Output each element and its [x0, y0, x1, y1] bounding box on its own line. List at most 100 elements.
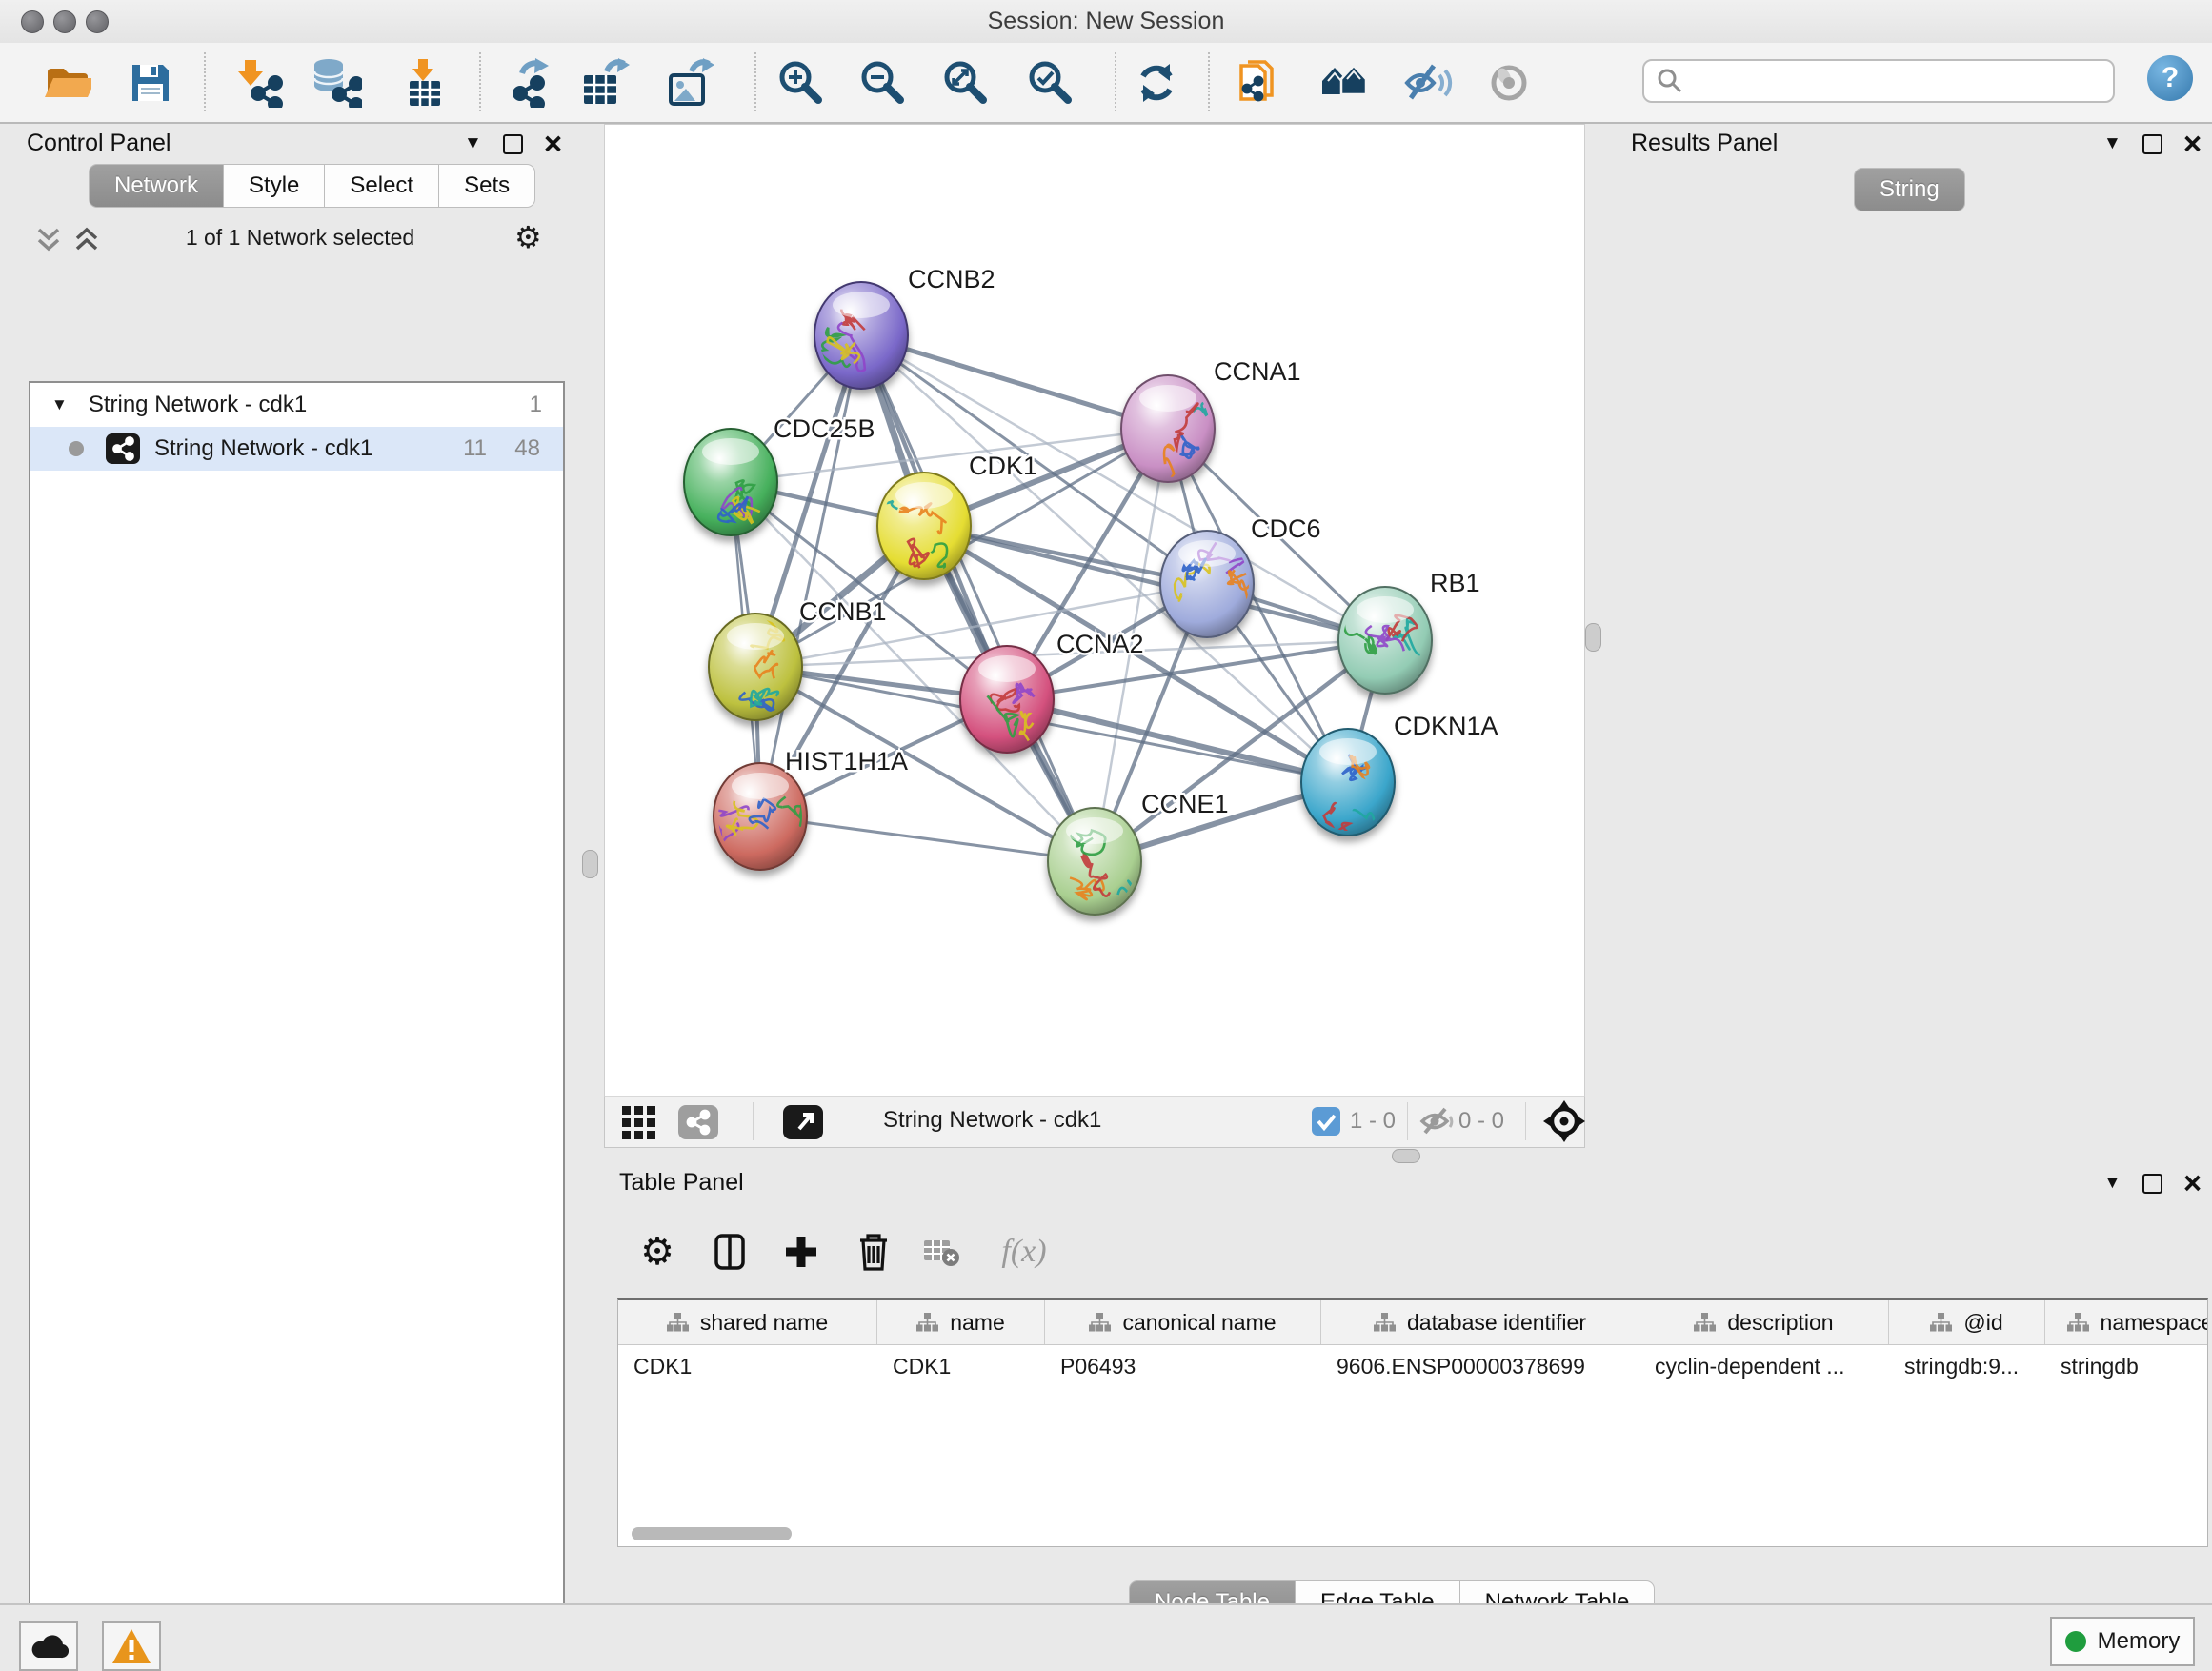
table-cell[interactable]: stringdb: [2045, 1345, 2208, 1387]
close-panel-icon[interactable]: ×: [2183, 134, 2202, 153]
panel-menu-icon[interactable]: ▼: [2103, 133, 2122, 154]
network-node-RB1[interactable]: [1338, 587, 1432, 694]
column-type-icon: [667, 1313, 689, 1332]
network-node-CCNB2[interactable]: [814, 282, 908, 389]
selected-counts: 1 - 0: [1350, 1108, 1396, 1135]
float-panel-icon[interactable]: [503, 134, 523, 154]
refresh-icon: [1132, 58, 1181, 108]
table-settings-button[interactable]: ⚙: [631, 1225, 684, 1278]
trash-icon: [855, 1231, 893, 1273]
column-header-description[interactable]: description: [1639, 1300, 1889, 1344]
export-table-button[interactable]: [578, 56, 632, 110]
close-panel-icon[interactable]: ×: [544, 134, 562, 153]
column-type-icon: [1374, 1313, 1396, 1332]
string-import-button[interactable]: [1234, 56, 1287, 110]
edge-HIST1H1A-CCNE1[interactable]: [760, 816, 1095, 861]
zoom-selected-button[interactable]: [1023, 56, 1076, 110]
node-label-CDC25B: CDC25B: [774, 414, 875, 443]
tab-string[interactable]: String: [1854, 168, 1965, 211]
node-label-CCNA2: CCNA2: [1056, 630, 1144, 658]
network-row-selected[interactable]: String Network - cdk1 11 48: [30, 427, 563, 471]
show-columns-button[interactable]: [704, 1225, 757, 1278]
column-header-name[interactable]: name: [877, 1300, 1045, 1344]
zoom-out-button[interactable]: [855, 56, 909, 110]
search-input[interactable]: [1692, 68, 2113, 95]
show-glass-button[interactable]: [1484, 56, 1538, 110]
selected-checkbox[interactable]: [1312, 1107, 1340, 1136]
node-label-CDKN1A: CDKN1A: [1394, 712, 1498, 740]
panel-menu-icon[interactable]: ▼: [2103, 1173, 2122, 1194]
add-column-button[interactable]: [774, 1225, 828, 1278]
help-button[interactable]: ?: [2147, 55, 2193, 101]
open-session-button[interactable]: [40, 56, 93, 110]
splitter-handle[interactable]: [1585, 623, 1601, 652]
export-network-button[interactable]: [497, 56, 551, 110]
table-row[interactable]: CDK1CDK1P064939606.ENSP00000378699cyclin…: [618, 1345, 2207, 1387]
close-panel-icon[interactable]: ×: [2183, 1174, 2202, 1193]
share-view-icon[interactable]: [677, 1104, 719, 1140]
network-node-CDC25B[interactable]: [684, 429, 777, 535]
string-document-icon: [1236, 58, 1285, 108]
memory-button[interactable]: Memory: [2050, 1617, 2195, 1666]
table-cell[interactable]: CDK1: [618, 1345, 877, 1387]
eye-slash-icon: [1403, 58, 1453, 108]
network-node-HIST1H1A[interactable]: [713, 763, 809, 870]
zoom-in-button[interactable]: [774, 56, 827, 110]
table-cell[interactable]: stringdb:9...: [1889, 1345, 2045, 1387]
grid-view-icon[interactable]: [620, 1104, 658, 1140]
network-node-CDC6[interactable]: [1160, 531, 1255, 637]
network-node-CCNB1[interactable]: [709, 605, 802, 720]
refresh-button[interactable]: [1130, 56, 1183, 110]
table-cell[interactable]: CDK1: [877, 1345, 1045, 1387]
warning-status-button[interactable]: [102, 1621, 161, 1671]
network-view-toolbar: String Network - cdk1 1 - 0 0 - 0: [604, 1096, 1585, 1148]
network-node-CCNA1[interactable]: [1121, 375, 1230, 493]
open-in-new-icon[interactable]: [782, 1104, 824, 1140]
gear-icon[interactable]: ⚙: [514, 219, 542, 255]
save-session-button[interactable]: [124, 56, 177, 110]
tab-style[interactable]: Style: [224, 164, 325, 208]
edge-CCNB2-CCNE1[interactable]: [861, 335, 1095, 861]
table-panel-title: Table Panel: [619, 1169, 744, 1197]
zoom-in-icon: [775, 58, 825, 108]
network-collection-row[interactable]: ▼ String Network - cdk1 1: [30, 383, 563, 427]
hide-glass-button[interactable]: [1401, 56, 1455, 110]
float-panel-icon[interactable]: [2142, 1174, 2162, 1194]
float-panel-icon[interactable]: [2142, 134, 2162, 154]
import-network-from-database-button[interactable]: [311, 56, 364, 110]
tab-sets[interactable]: Sets: [439, 164, 535, 208]
panel-menu-icon[interactable]: ▼: [464, 133, 482, 154]
table-cell[interactable]: 9606.ENSP00000378699: [1321, 1345, 1639, 1387]
network-view-title: String Network - cdk1: [883, 1107, 1101, 1134]
column-header-canonical-name[interactable]: canonical name: [1045, 1300, 1321, 1344]
splitter-handle[interactable]: [582, 850, 598, 878]
tab-select[interactable]: Select: [325, 164, 439, 208]
birdseye-icon[interactable]: [1542, 1099, 1586, 1143]
string-network-icon: [105, 433, 141, 465]
expand-all-icon[interactable]: [72, 225, 101, 253]
column-header-namespace[interactable]: namespace: [2045, 1300, 2208, 1344]
cloud-status-button[interactable]: [19, 1621, 78, 1671]
string-home-button[interactable]: [1318, 56, 1372, 110]
collection-expander-icon[interactable]: ▼: [51, 395, 68, 414]
control-panel-title: Control Panel: [27, 130, 171, 157]
table-cell[interactable]: cyclin-dependent ...: [1639, 1345, 1889, 1387]
import-table-button[interactable]: [398, 56, 452, 110]
collapse-all-icon[interactable]: [34, 225, 63, 253]
tab-network[interactable]: Network: [89, 164, 224, 208]
column-header-shared-name[interactable]: shared name: [618, 1300, 877, 1344]
import-network-button[interactable]: [231, 56, 285, 110]
network-node-CCNE1[interactable]: [1048, 808, 1168, 915]
delete-column-button[interactable]: [847, 1225, 900, 1278]
network-node-CDKN1A[interactable]: [1301, 729, 1420, 842]
horizontal-scrollbar[interactable]: [618, 1525, 2207, 1542]
table-cell[interactable]: P06493: [1045, 1345, 1321, 1387]
network-tree: ▼ String Network - cdk1 1 String Network…: [29, 381, 565, 1671]
column-header-database-identifier[interactable]: database identifier: [1321, 1300, 1639, 1344]
column-header--id[interactable]: @id: [1889, 1300, 2045, 1344]
export-image-button[interactable]: [663, 56, 716, 110]
edge-CCNB2-HIST1H1A[interactable]: [760, 335, 861, 816]
network-node-CCNA2[interactable]: [960, 646, 1054, 753]
zoom-fit-button[interactable]: [938, 56, 992, 110]
network-canvas[interactable]: CCNB2CCNA1CDC25BCDK1CDC6RB1CCNB1CCNA2CDK…: [604, 124, 1585, 1097]
